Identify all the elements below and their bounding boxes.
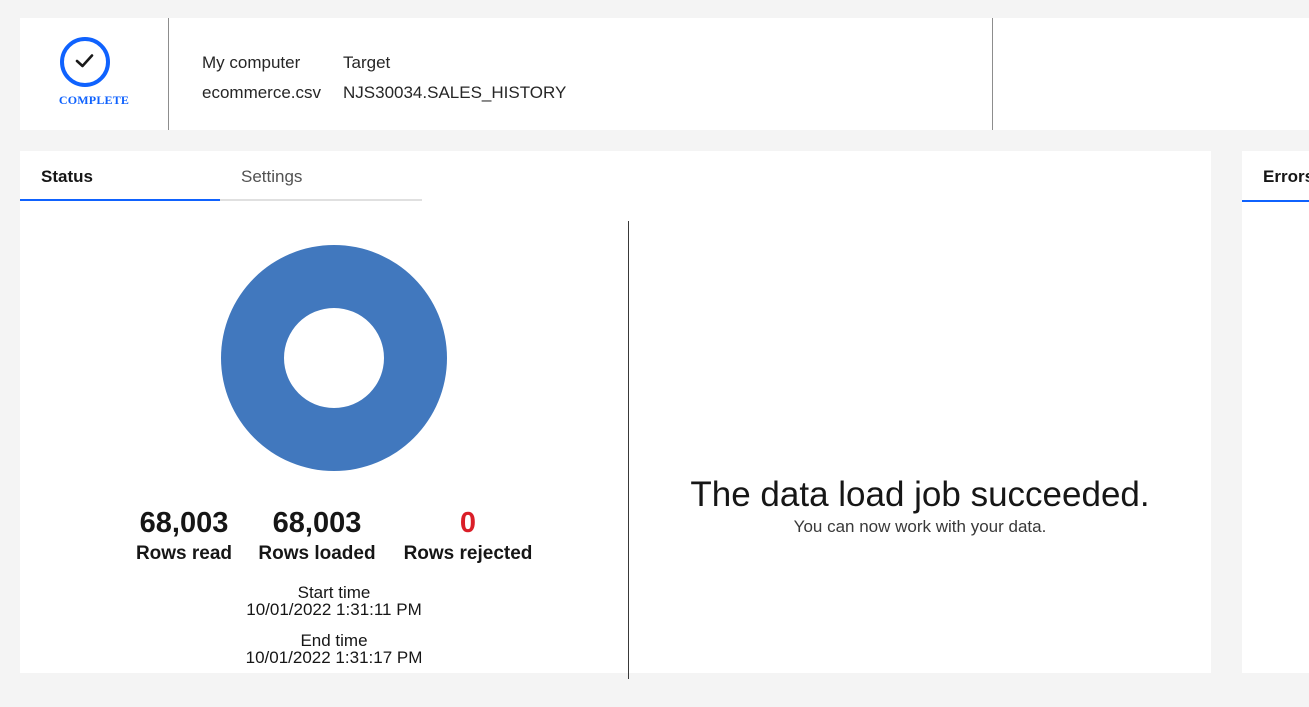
tab-settings[interactable]: Settings <box>220 151 422 201</box>
status-tabs: Status Settings <box>20 151 422 201</box>
rows-loaded-label: Rows loaded <box>258 543 376 564</box>
rows-donut-chart <box>221 245 447 471</box>
errors-panel: Errors <box>1242 151 1309 673</box>
start-time-value: 10/01/2022 1:31:11 PM <box>246 600 422 619</box>
rows-rejected-stat: 0 Rows rejected <box>398 505 538 569</box>
donut-slice-rows-loaded <box>221 245 447 471</box>
target-label: Target <box>343 53 391 72</box>
checkmark-circle-icon <box>60 37 110 87</box>
tab-status[interactable]: Status <box>20 151 220 201</box>
header-divider <box>992 18 993 130</box>
start-time: Start time 10/01/2022 1:31:11 PM <box>194 584 474 618</box>
result-title: The data load job succeeded. <box>690 475 1150 514</box>
rows-rejected-value: 0 <box>459 507 477 539</box>
source-label: My computer <box>202 53 301 72</box>
result-subtitle: You can now work with your data. <box>793 517 1047 536</box>
rows-loaded-stat: 68,003 Rows loaded <box>256 505 378 569</box>
rows-read-label: Rows read <box>135 543 233 564</box>
start-time-label: Start time <box>297 583 371 602</box>
tab-errors[interactable]: Errors <box>1242 151 1309 202</box>
target-table-name: NJS30034.SALES_HISTORY <box>343 83 567 102</box>
panel-divider <box>628 221 629 679</box>
rows-loaded-value: 68,003 <box>272 507 362 539</box>
end-time: End time 10/01/2022 1:31:17 PM <box>194 632 474 666</box>
job-header: COMPLETE My computer ecommerce.csv Targe… <box>20 18 1309 130</box>
end-time-value: 10/01/2022 1:31:17 PM <box>245 648 423 667</box>
end-time-label: End time <box>300 631 368 650</box>
source-file-name: ecommerce.csv <box>202 83 322 102</box>
job-status-cell: COMPLETE <box>20 18 169 130</box>
result-message: The data load job succeeded. You can now… <box>629 473 1211 537</box>
job-status-label: COMPLETE <box>58 93 130 107</box>
rows-read-value: 68,003 <box>139 507 229 539</box>
target-column: Target NJS30034.SALES_HISTORY <box>343 48 566 108</box>
rows-rejected-label: Rows rejected <box>403 543 533 564</box>
rows-read-stat: 68,003 Rows read <box>128 505 240 569</box>
status-panel: Status Settings 68,003 Rows read 68,003 … <box>20 151 1211 679</box>
checkmark-icon <box>75 54 94 68</box>
source-column: My computer ecommerce.csv <box>202 48 321 108</box>
